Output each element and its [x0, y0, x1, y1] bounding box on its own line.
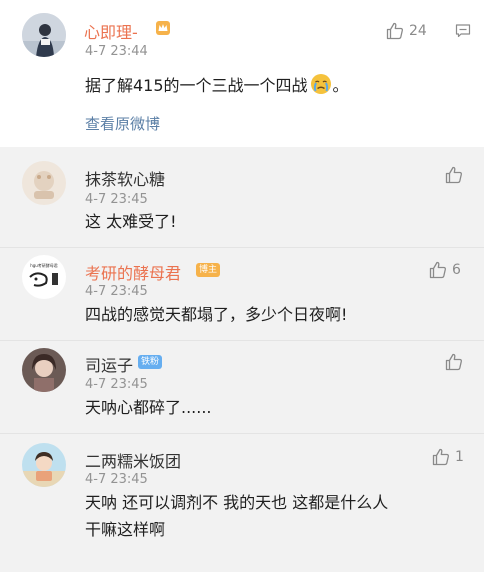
reply-like-button[interactable]: 6: [428, 260, 461, 280]
thumbs-up-icon: [445, 166, 462, 184]
reply-avatar[interactable]: [22, 161, 66, 205]
blogger-badge: 博主: [196, 263, 221, 277]
main-post: 心即理- 4-7 23:44 24 据了解415的一个三战一个四战 。 查看原微博: [0, 0, 484, 147]
post-author-avatar[interactable]: [22, 13, 66, 57]
fan-badge: 铁粉: [138, 355, 163, 369]
reply-like-button[interactable]: [444, 165, 468, 185]
post-like-button[interactable]: 24: [385, 21, 427, 41]
reply-like-button[interactable]: [444, 352, 468, 372]
reply-text-line-1: 天呐 还可以调剂不 我的天也 这都是什么人: [85, 493, 389, 512]
reply-author-name[interactable]: 司运子: [85, 352, 133, 376]
reply-like-button[interactable]: 1: [431, 447, 464, 467]
thumbs-up-icon: [386, 22, 403, 40]
divider: [0, 340, 484, 341]
reply-time: 4-7 23:45: [85, 192, 148, 207]
crown-icon: [155, 20, 171, 40]
reply-list: 抹茶软心糖 4-7 23:45 这 太难受了! hgu考研酵母君 考研的酵母君 …: [0, 147, 484, 572]
post-text-body: 据了解415的一个三战一个四战: [85, 76, 308, 95]
thumbs-up-icon: [429, 261, 446, 279]
post-text: 据了解415的一个三战一个四战 。: [85, 73, 349, 103]
comment-icon[interactable]: [455, 23, 471, 43]
post-time: 4-7 23:44: [85, 44, 148, 59]
reply-avatar[interactable]: [22, 443, 66, 487]
reply-text-line-2: 干嘛这样啊: [85, 520, 166, 539]
thumbs-up-icon: [432, 448, 449, 466]
crying-face-icon: [310, 73, 332, 103]
reply-author-name[interactable]: 抹茶软心糖: [85, 166, 165, 190]
view-original-link[interactable]: 查看原微博: [85, 113, 160, 134]
post-like-count: 24: [409, 23, 427, 39]
reply-time: 4-7 23:45: [85, 472, 148, 487]
reply-author-name[interactable]: 考研的酵母君: [85, 260, 181, 284]
reply-time: 4-7 23:45: [85, 377, 148, 392]
reply-text: 天呐心都碎了......: [85, 398, 212, 417]
reply-like-count: 1: [455, 449, 464, 465]
post-author-name[interactable]: 心即理-: [84, 19, 138, 43]
thumbs-up-icon: [445, 353, 462, 371]
reply-avatar[interactable]: [22, 348, 66, 392]
avatar-caption: hgu考研酵母君: [30, 262, 58, 268]
reply-time: 4-7 23:45: [85, 284, 148, 299]
divider: [0, 247, 484, 248]
divider: [0, 433, 484, 434]
reply-like-count: 6: [452, 262, 461, 278]
reply-text: 四战的感觉天都塌了，多少个日夜啊!: [85, 305, 348, 324]
reply-avatar[interactable]: hgu考研酵母君: [22, 255, 66, 299]
post-text-tail: 。: [332, 76, 349, 95]
reply-author-name[interactable]: 二两糯米饭团: [85, 448, 181, 472]
reply-text: 这 太难受了!: [85, 212, 177, 231]
